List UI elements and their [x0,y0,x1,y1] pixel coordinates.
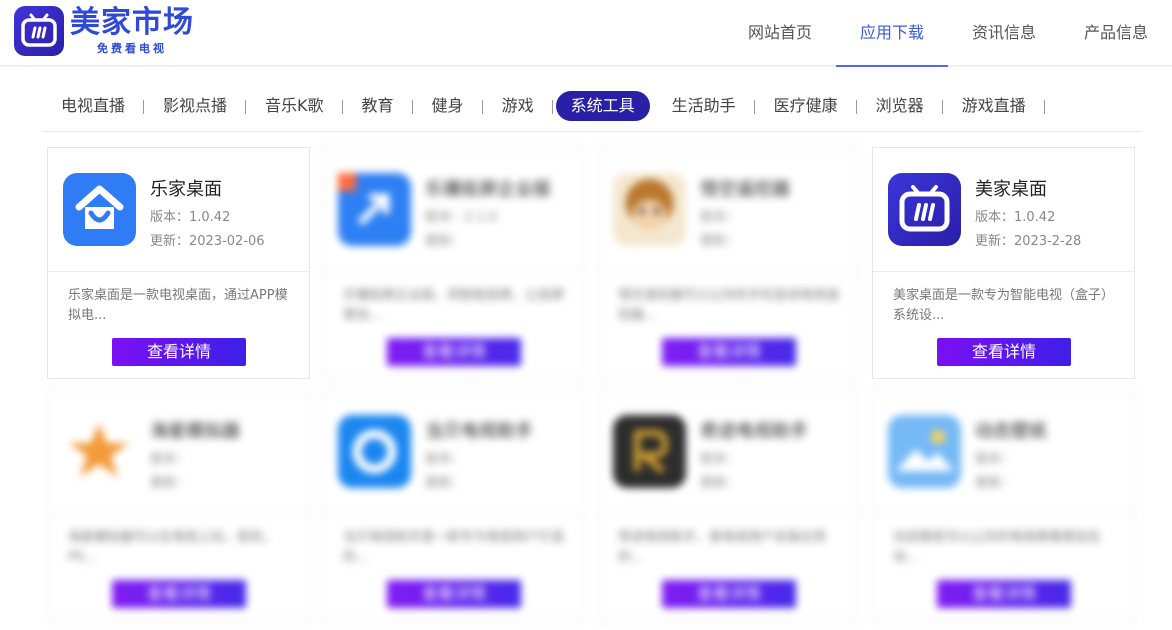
view-details-button[interactable]: 查看详情 [112,580,246,608]
r-letter-icon[interactable] [613,415,686,488]
main-nav: 网站首页 应用下载 资讯信息 产品信息 [724,0,1172,67]
app-version: 版本： [150,452,190,467]
app-name[interactable]: 奇迹电视助手 [700,417,808,443]
logo-subtitle: 免费看电视 [97,42,167,55]
site-logo[interactable]: 美家市场 免费看电视 [14,6,194,56]
app-card: 美家桌面 版本：1.0.42 更新：2023-2-28 美家桌面是一款专为智能电… [872,147,1135,379]
monkey-icon[interactable] [613,173,686,246]
view-details-button[interactable]: 查看详情 [937,580,1071,608]
tab-karaoke[interactable]: 音乐K歌 [246,91,343,121]
app-name[interactable]: 悟空遥控器 [700,175,790,201]
site-header: 美家市场 免费看电视 网站首页 应用下载 资讯信息 产品信息 [0,0,1172,67]
view-details-button[interactable]: 查看详情 [662,338,796,366]
app-description: 海星模拟器可以在电视上玩，街机，PS... [68,530,277,565]
app-card: 海星模拟器 版本： 更新： 海星模拟器可以在电视上玩，街机，PS... 查看详情 [47,389,310,621]
app-description: 乐播投屏企业版，用智能投屏，让投屏更加... [343,288,565,323]
tab-system-tools[interactable]: 系统工具 [555,91,650,121]
app-version: 版本：2.1.0 [425,210,498,225]
app-description: 当贝电视助手是一款专为电视用户打造的... [343,530,565,565]
tab-education[interactable]: 教育 [343,91,413,121]
app-name[interactable]: 海星模拟器 [150,417,240,443]
app-name[interactable]: 乐家桌面 [150,175,222,201]
nav-products[interactable]: 产品信息 [1060,0,1172,66]
cast-icon[interactable] [338,173,411,246]
app-version: 版本： [700,210,740,225]
app-version: 版本： [425,452,465,467]
app-update-date: 更新：2023-02-06 [150,234,265,249]
tab-vod[interactable]: 影视点播 [144,91,247,121]
app-version: 版本：1.0.42 [975,210,1056,225]
app-update-date: 更新： [150,476,190,491]
app-description: 奇迹电视助手，是电视用户安装应用的... [618,530,827,565]
view-details-button[interactable]: 查看详情 [387,580,521,608]
app-card: 当贝电视助手 版本： 更新： 当贝电视助手是一款专为电视用户打造的... 查看详… [322,389,585,621]
landscape-icon[interactable] [888,415,961,488]
app-update-date: 更新： [425,476,465,491]
nav-news[interactable]: 资讯信息 [948,0,1060,66]
logo-title: 美家市场 [70,5,194,40]
app-description: 美家桌面是一款专为智能电视（盒子）系统设... [893,288,1115,323]
circle-icon[interactable] [338,415,411,488]
app-card: 奇迹电视助手 版本： 更新： 奇迹电视助手，是电视用户安装应用的... 查看详情 [597,389,860,621]
view-details-button[interactable]: 查看详情 [387,338,521,366]
app-card: 乐播投屏企业版 版本：2.1.0 更新： 乐播投屏企业版，用智能投屏，让投屏更加… [322,147,585,379]
nav-home[interactable]: 网站首页 [724,0,836,66]
tv-icon[interactable] [888,173,961,246]
tab-tv-live[interactable]: 电视直播 [42,91,145,121]
app-name[interactable]: 当贝电视助手 [425,417,533,443]
app-card: 动态壁纸 版本： 更新： 动态壁纸可以让你的电视屏幕更加生动... 查看详情 [872,389,1135,621]
app-update-date: 更新： [425,234,465,249]
app-name[interactable]: 乐播投屏企业版 [425,175,551,201]
home-smile-icon[interactable] [63,173,136,246]
app-name[interactable]: 动态壁纸 [975,417,1047,443]
view-details-button[interactable]: 查看详情 [112,338,246,366]
tab-life-assistant[interactable]: 生活助手 [653,91,755,121]
app-update-date: 更新： [975,476,1015,491]
app-description: 悟空遥控器可以让你的手机变成电视遥控器... [618,288,840,323]
view-details-button[interactable]: 查看详情 [662,580,796,608]
app-card: 悟空遥控器 版本： 更新： 悟空遥控器可以让你的手机变成电视遥控器... 查看详… [597,147,860,379]
app-version: 版本：1.0.42 [150,210,231,225]
app-update-date: 更新： [700,476,740,491]
app-card: 乐家桌面 版本：1.0.42 更新：2023-02-06 乐家桌面是一款电视桌面… [47,147,310,379]
app-update-date: 更新： [700,234,740,249]
nav-app-download[interactable]: 应用下载 [836,0,948,67]
tab-fitness[interactable]: 健身 [413,91,483,121]
view-details-button[interactable]: 查看详情 [937,338,1071,366]
app-update-date: 更新：2023-2-28 [975,234,1082,249]
category-tabs: 电视直播 影视点播 音乐K歌 教育 健身 游戏 系统工具 生活助手 医疗健康 浏… [42,91,1142,132]
tab-games[interactable]: 游戏 [483,91,553,121]
app-name[interactable]: 美家桌面 [975,175,1047,201]
tab-health[interactable]: 医疗健康 [755,91,857,121]
app-description: 乐家桌面是一款电视桌面，通过APP模拟电... [68,288,288,323]
tab-browser[interactable]: 浏览器 [857,91,943,121]
tv-logo-icon [14,6,64,56]
star-icon[interactable] [63,415,136,488]
app-description: 动态壁纸可以让你的电视屏幕更加生动... [893,530,1102,565]
app-version: 版本： [975,452,1015,467]
app-version: 版本： [700,452,740,467]
tab-game-live[interactable]: 游戏直播 [943,91,1045,121]
